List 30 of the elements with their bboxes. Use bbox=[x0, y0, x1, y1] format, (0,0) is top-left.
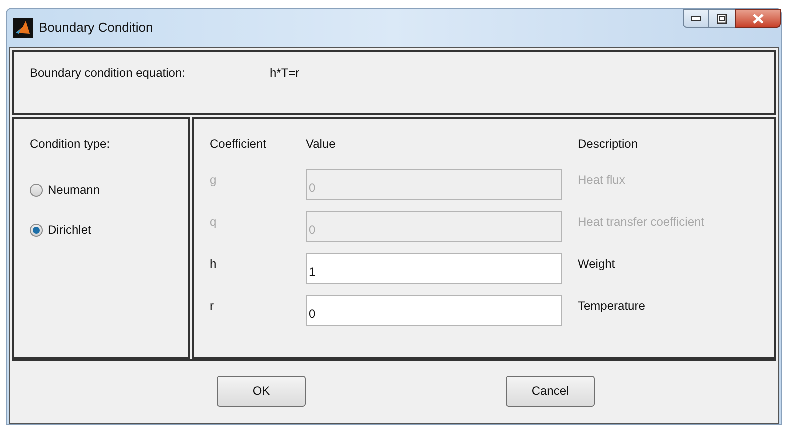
minimize-icon bbox=[691, 16, 701, 21]
coefficient-name: h bbox=[210, 256, 218, 273]
maximize-icon bbox=[717, 14, 727, 24]
close-button[interactable] bbox=[735, 9, 781, 28]
cancel-button[interactable]: Cancel bbox=[506, 376, 595, 406]
description-text: Heat transfer coefficient bbox=[578, 214, 705, 231]
radio-button[interactable] bbox=[30, 184, 43, 196]
equation-label: Boundary condition equation: bbox=[30, 65, 186, 82]
maximize-button[interactable] bbox=[709, 9, 735, 28]
description-text: Heat flux bbox=[578, 172, 626, 189]
radio-label: Neumann bbox=[48, 182, 100, 199]
condition-type-label: Condition type: bbox=[30, 136, 112, 153]
column-header: Coefficient bbox=[210, 136, 268, 153]
column-header: Description bbox=[578, 136, 638, 153]
ok-button[interactable]: OK bbox=[217, 376, 306, 406]
coefficient-name: g bbox=[210, 172, 218, 189]
coefficient-name: r bbox=[210, 298, 215, 315]
coefficient-name: q bbox=[210, 214, 218, 231]
description-text: Weight bbox=[578, 256, 616, 273]
description-text: Temperature bbox=[578, 298, 646, 315]
value-field[interactable]: 1 bbox=[306, 253, 562, 284]
radio-label: Dirichlet bbox=[48, 222, 92, 239]
value-field[interactable]: 0 bbox=[306, 295, 562, 326]
radio-button[interactable] bbox=[30, 224, 43, 236]
equation-value: h*T=r bbox=[270, 65, 300, 82]
column-header: Value bbox=[306, 136, 337, 153]
close-icon bbox=[752, 14, 764, 24]
minimize-button[interactable] bbox=[683, 9, 709, 28]
window-title: Boundary Condition bbox=[39, 19, 154, 38]
app-logo-icon bbox=[13, 18, 33, 38]
